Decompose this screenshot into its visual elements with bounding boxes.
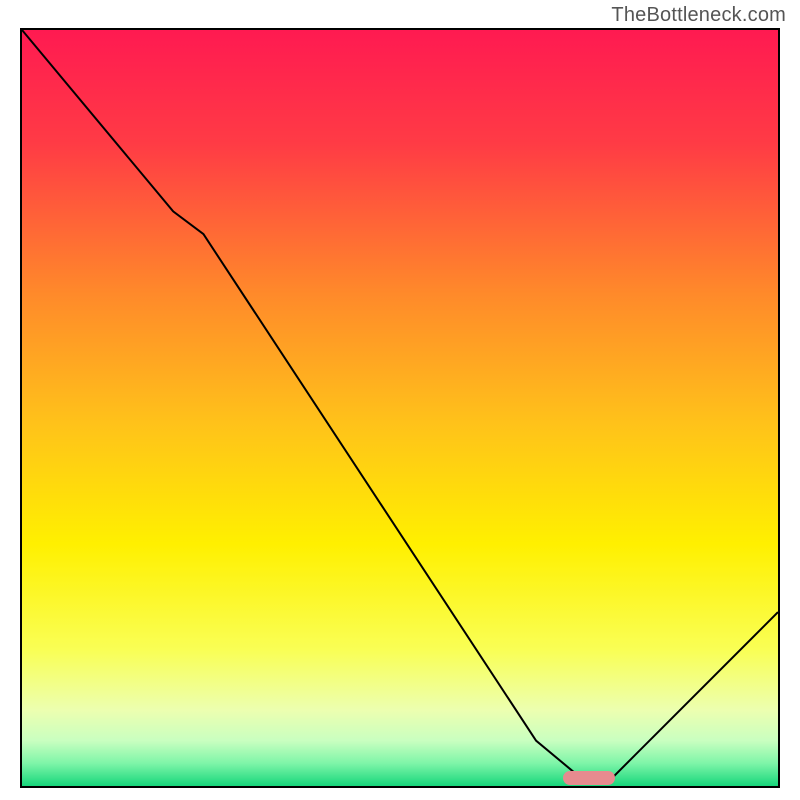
watermark-text: TheBottleneck.com <box>611 4 786 27</box>
chart-curve <box>22 30 778 786</box>
optimal-marker <box>563 771 616 785</box>
chart-plot-area <box>20 28 780 788</box>
